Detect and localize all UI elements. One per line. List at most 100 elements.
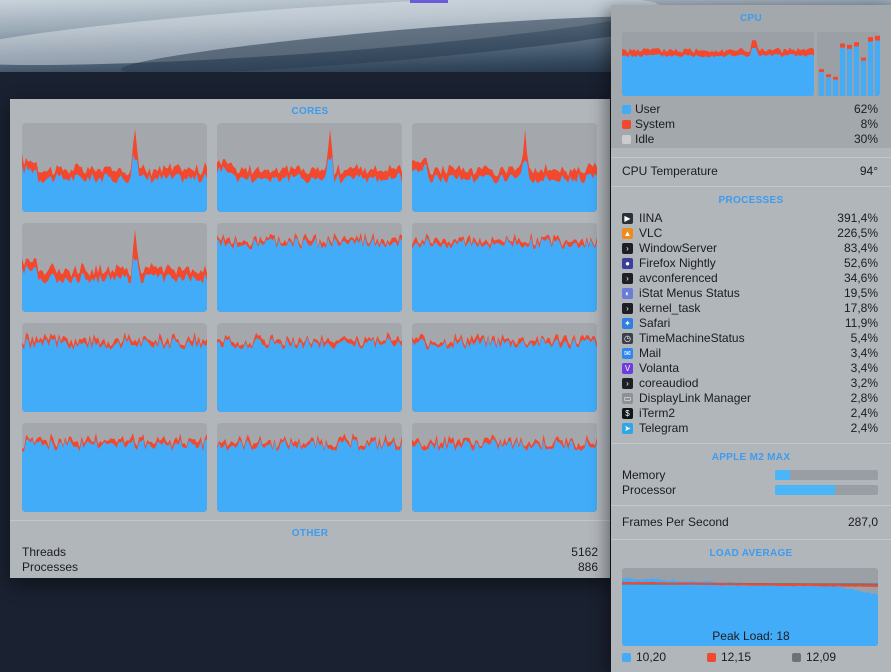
user-load-area	[217, 337, 402, 412]
process-cpu-value: 391,4%	[837, 211, 878, 225]
core-graph-svg	[217, 232, 402, 312]
user-load-area	[22, 257, 207, 312]
process-name: coreaudiod	[639, 376, 699, 390]
core-user-bar	[847, 48, 852, 96]
cores-panel: CORES OTHER Threads 5162 Processes 886	[10, 99, 610, 578]
section-divider	[611, 443, 891, 444]
process-name: iTerm2	[639, 406, 676, 420]
process-row[interactable]: ● Firefox Nightly 52,6%	[622, 256, 878, 271]
core-graph-svg	[22, 432, 207, 512]
process-row[interactable]: › kernel_task 17,8%	[622, 301, 878, 316]
volanta-icon: V	[622, 363, 633, 374]
process-row[interactable]: ◷ TimeMachineStatus 5,4%	[622, 331, 878, 346]
process-cpu-value: 3,4%	[850, 361, 878, 375]
process-row[interactable]: ✦ Safari 11,9%	[622, 316, 878, 331]
process-row[interactable]: › WindowServer 83,4%	[622, 241, 878, 256]
core-user-bar	[868, 41, 873, 96]
core-graph-svg	[412, 232, 597, 312]
legend-label: System	[635, 117, 676, 131]
process-row[interactable]: ▶ IINA 391,4%	[622, 211, 878, 226]
cpu-legend-row-idle: Idle 30%	[622, 132, 878, 147]
process-cpu-value: 83,4%	[843, 241, 878, 255]
core-system-bar	[833, 76, 838, 80]
load-value: 12,15	[721, 650, 752, 664]
cpu-legend-row-user: User 62%	[622, 102, 878, 117]
section-divider	[10, 520, 610, 521]
section-divider	[611, 157, 891, 158]
terminal-exec-icon: ›	[622, 243, 633, 254]
process-cpu-value: 11,9%	[844, 316, 878, 330]
core-usage-graph	[22, 123, 207, 212]
process-cpu-value: 19,5%	[843, 286, 878, 300]
section-divider	[611, 186, 891, 187]
vlc-cone-icon: ▲	[622, 228, 633, 239]
core-usage-graph	[412, 323, 597, 412]
core-system-bar	[826, 74, 831, 78]
core-system-bar	[875, 35, 880, 41]
process-cpu-value: 2,8%	[850, 391, 878, 405]
core-graph-svg	[412, 129, 597, 212]
core-graph-svg	[217, 331, 402, 412]
process-cpu-value: 2,4%	[850, 421, 878, 435]
cores-title: CORES	[291, 106, 329, 117]
menubar-highlight	[410, 0, 448, 3]
core-usage-graph	[217, 123, 402, 212]
process-row[interactable]: ✉ Mail 3,4%	[622, 346, 878, 361]
cpu-temperature-label: CPU Temperature	[622, 164, 718, 178]
fps-row: Frames Per Second 287,0	[622, 515, 878, 530]
gpu-memory-bar	[775, 470, 878, 480]
process-name: DisplayLink Manager	[639, 391, 752, 405]
core-usage-graph	[22, 223, 207, 312]
process-row[interactable]: ▲ VLC 226,5%	[622, 226, 878, 241]
process-name: VLC	[639, 226, 663, 240]
legend-value: 30%	[853, 132, 878, 146]
cpu-panel: CPU User 62% System 8% Idle 30% CPU Temperatu…	[611, 5, 891, 672]
fps-value: 287,0	[847, 515, 878, 529]
process-row[interactable]: › coreaudiod 3,2%	[622, 376, 878, 391]
legend-label: User	[635, 102, 661, 116]
process-row[interactable]: ▭ DisplayLink Manager 2,8%	[622, 391, 878, 406]
process-cpu-value: 52,6%	[843, 256, 878, 270]
process-name: Volanta	[639, 361, 680, 375]
core-user-bar	[840, 47, 845, 96]
section-divider	[611, 539, 891, 540]
core-user-bar	[854, 46, 859, 96]
cpu-core-bars	[817, 32, 880, 96]
gpu-processor-label: Processor	[622, 483, 677, 497]
process-cpu-value: 3,2%	[850, 376, 878, 390]
cpu-history-graph	[622, 32, 814, 96]
process-name: Safari	[639, 316, 671, 330]
telegram-icon: ➤	[622, 423, 633, 434]
section-divider	[611, 505, 891, 506]
process-row[interactable]: V Volanta 3,4%	[622, 361, 878, 376]
process-row[interactable]: $ iTerm2 2,4%	[622, 406, 878, 421]
mail-envelope-icon: ✉	[622, 348, 633, 359]
load-legend-item: 12,09	[792, 650, 836, 665]
process-name: iStat Menus Status	[639, 286, 740, 300]
istat-icon: ◐	[622, 288, 633, 299]
user-load-area	[412, 337, 597, 412]
safari-compass-icon: ✦	[622, 318, 633, 329]
process-row[interactable]: ➤ Telegram 2,4%	[622, 421, 878, 436]
process-row[interactable]: › avconferenced 34,6%	[622, 271, 878, 286]
process-name: WindowServer	[639, 241, 718, 255]
core-user-bar	[819, 72, 824, 96]
core-user-bar	[875, 40, 880, 96]
gpu-processor-bar	[775, 485, 878, 495]
load-average-title: LOAD AVERAGE	[709, 548, 793, 559]
user-load-area	[412, 160, 597, 212]
gpu-memory-row: Memory	[622, 468, 878, 483]
process-name: Telegram	[639, 421, 689, 435]
process-name: avconferenced	[639, 271, 718, 285]
iterm-icon: $	[622, 408, 633, 419]
core-usage-graph	[412, 223, 597, 312]
core-user-bar	[861, 60, 866, 96]
fps-label: Frames Per Second	[622, 515, 729, 529]
gpu-memory-fill	[775, 470, 791, 480]
threads-row: Threads 5162	[22, 545, 598, 560]
user-load-area	[217, 439, 402, 512]
gpu-processor-row: Processor	[622, 483, 878, 498]
core-system-bar	[847, 44, 852, 49]
process-row[interactable]: ◐ iStat Menus Status 19,5%	[622, 286, 878, 301]
user-load-area	[217, 156, 402, 212]
